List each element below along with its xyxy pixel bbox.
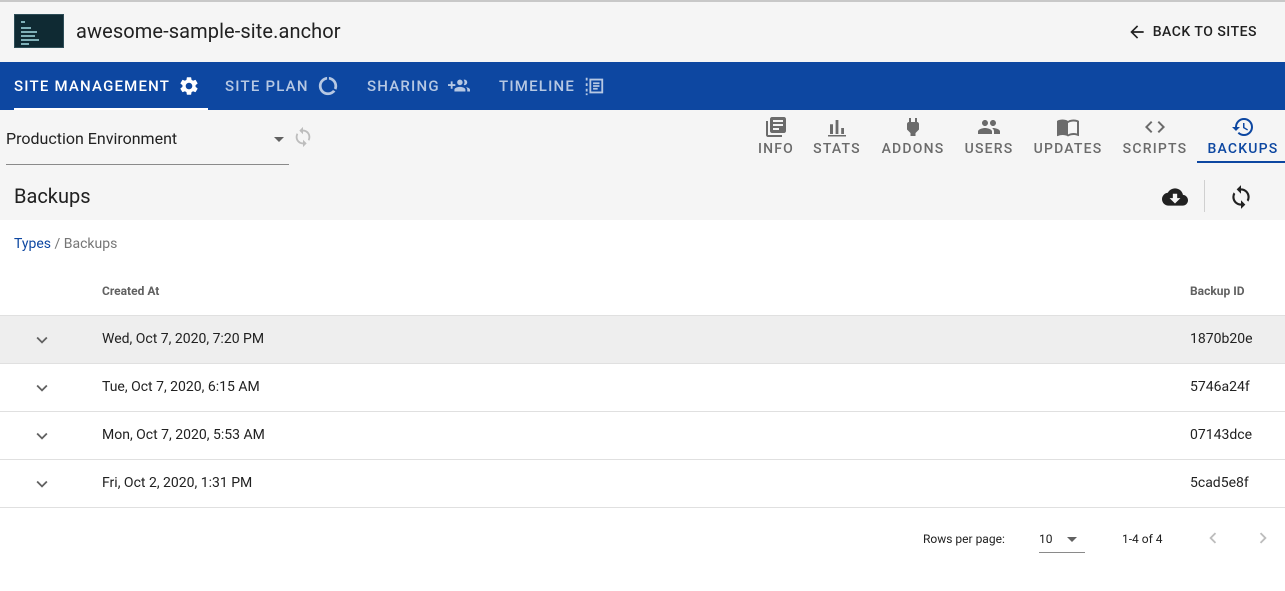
site-thumbnail <box>14 14 64 48</box>
cell-created-at: Mon, Oct 7, 2020, 5:53 AM <box>102 427 265 443</box>
site-name: awesome-sample-site.anchor <box>76 19 341 43</box>
bar-chart-icon <box>828 120 846 137</box>
rows-per-page-label: Rows per page: <box>923 532 1005 546</box>
table-row[interactable]: Tue, Oct 7, 2020, 6:15 AM 5746a24f <box>0 364 1285 412</box>
back-to-sites-label: BACK TO SITES <box>1152 24 1257 40</box>
subtab-info-label: INFO <box>757 141 795 157</box>
book-open-icon <box>1057 119 1079 137</box>
table-row[interactable]: Mon, Oct 7, 2020, 5:53 AM 07143dce <box>0 412 1285 460</box>
caret-down-icon <box>274 137 284 142</box>
tab-sharing[interactable]: SHARING <box>367 62 470 110</box>
backups-table: Created At Backup ID Wed, Oct 7, 2020, 7… <box>0 268 1285 508</box>
subtab-backups-label: BACKUPS <box>1207 141 1279 157</box>
backups-header: Backups <box>0 172 1285 220</box>
backups-title: Backups <box>14 184 91 208</box>
timeline-icon <box>585 77 604 96</box>
rows-per-page-value: 10 <box>1039 532 1053 546</box>
cell-backup-id: 5cad5e8f <box>1190 475 1249 491</box>
cell-backup-id: 07143dce <box>1190 427 1252 443</box>
plug-icon <box>907 118 919 136</box>
back-to-sites-button[interactable]: BACK TO SITES <box>1127 20 1257 44</box>
tab-site-plan[interactable]: SITE PLAN <box>225 62 339 110</box>
users-icon <box>978 120 1000 134</box>
breadcrumb-current: Backups <box>63 236 118 252</box>
table-footer: Rows per page: 10 1-4 of 4 <box>0 509 1285 567</box>
column-header-created-at[interactable]: Created At <box>102 284 159 298</box>
chevron-down-icon[interactable] <box>31 329 53 351</box>
chevron-down-icon[interactable] <box>31 473 53 495</box>
cloud-download-icon[interactable] <box>1162 184 1188 210</box>
table-row[interactable]: Fri, Oct 2, 2020, 1:31 PM 5cad5e8f <box>0 460 1285 508</box>
donut-icon <box>318 76 337 96</box>
breadcrumb: Types / Backups <box>14 236 117 252</box>
code-icon <box>1145 121 1165 133</box>
breadcrumb-link-types[interactable]: Types <box>14 236 51 252</box>
subtab-users[interactable]: USERS <box>963 110 1015 162</box>
tab-site-management-label: SITE MANAGEMENT <box>14 77 171 95</box>
arrow-left-icon <box>1130 25 1144 39</box>
tab-site-plan-label: SITE PLAN <box>225 77 309 95</box>
refresh-environments-icon[interactable] <box>292 126 314 148</box>
history-icon <box>1232 118 1253 136</box>
chevron-right-icon[interactable] <box>1252 527 1274 549</box>
rows-per-page-select[interactable]: 10 <box>1039 525 1085 553</box>
chevron-left-icon[interactable] <box>1202 527 1224 549</box>
subtab-backups[interactable]: BACKUPS <box>1197 110 1285 163</box>
tab-timeline[interactable]: TIMELINE <box>499 62 605 110</box>
library-books-icon <box>766 117 786 137</box>
subtab-stats-label: STATS <box>813 141 861 157</box>
gear-icon <box>180 77 198 95</box>
cell-created-at: Tue, Oct 7, 2020, 6:15 AM <box>102 379 260 395</box>
refresh-icon[interactable] <box>1228 184 1254 210</box>
subtab-scripts[interactable]: SCRIPTS <box>1121 110 1189 162</box>
tab-sharing-label: SHARING <box>367 77 440 95</box>
pagination-range: 1-4 of 4 <box>1122 532 1163 546</box>
cell-backup-id: 5746a24f <box>1190 379 1250 395</box>
subtab-addons-label: ADDONS <box>881 141 945 157</box>
environment-select-value: Production Environment <box>6 129 178 148</box>
group-add-icon <box>447 79 470 92</box>
cell-created-at: Fri, Oct 2, 2020, 1:31 PM <box>102 475 253 491</box>
subtab-updates[interactable]: UPDATES <box>1032 110 1104 162</box>
tab-site-management[interactable]: SITE MANAGEMENT <box>14 62 208 110</box>
main-nav: SITE MANAGEMENT SITE PLAN SHARING TIMELI… <box>0 62 1285 110</box>
subtab-scripts-label: SCRIPTS <box>1122 141 1188 157</box>
cell-backup-id: 1870b20e <box>1190 331 1253 347</box>
caret-down-icon <box>1067 537 1077 542</box>
breadcrumb-separator: / <box>51 236 64 252</box>
subtab-updates-label: UPDATES <box>1033 141 1103 157</box>
column-header-backup-id[interactable]: Backup ID <box>1190 284 1245 298</box>
chevron-down-icon[interactable] <box>31 377 53 399</box>
subtab-stats[interactable]: STATS <box>812 110 862 162</box>
subtab-addons[interactable]: ADDONS <box>880 110 946 162</box>
tab-timeline-label: TIMELINE <box>499 77 576 95</box>
table-header: Created At Backup ID <box>0 268 1285 316</box>
subtab-users-label: USERS <box>964 141 1014 157</box>
header-divider <box>1204 180 1205 212</box>
subtab-info[interactable]: INFO <box>756 110 796 162</box>
chevron-down-icon[interactable] <box>31 425 53 447</box>
top-bar: awesome-sample-site.anchor BACK TO SITES <box>0 0 1285 62</box>
environment-select[interactable]: Production Environment <box>6 128 289 165</box>
table-row[interactable]: Wed, Oct 7, 2020, 7:20 PM 1870b20e <box>0 316 1285 364</box>
cell-created-at: Wed, Oct 7, 2020, 7:20 PM <box>102 331 265 347</box>
